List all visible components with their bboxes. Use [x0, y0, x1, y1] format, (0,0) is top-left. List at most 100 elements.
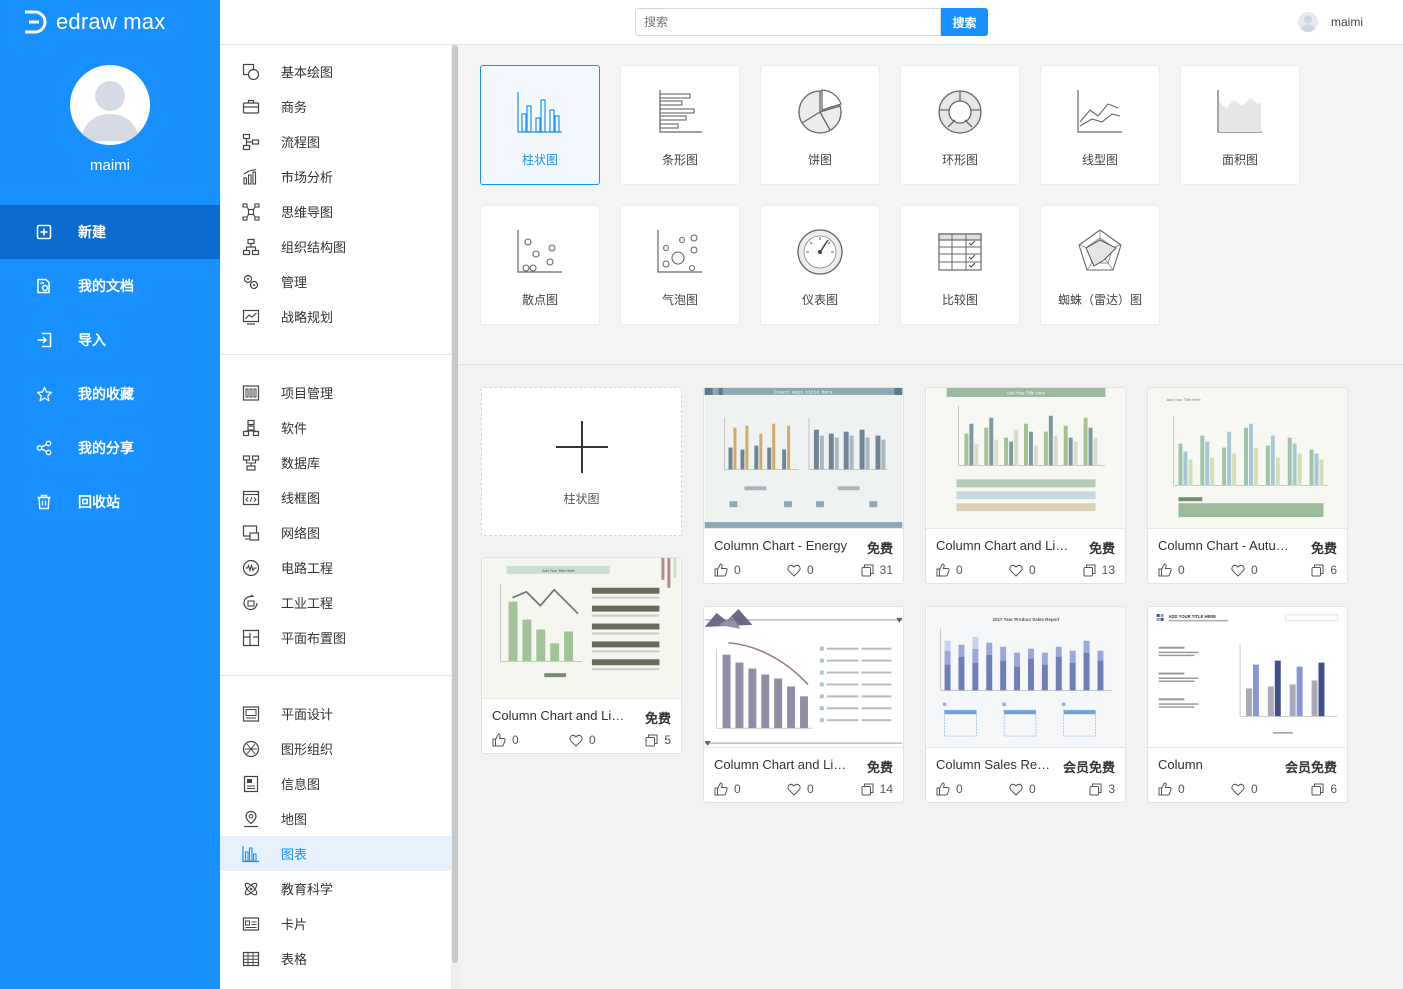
category-cards[interactable]: 卡片	[220, 906, 451, 941]
like-count[interactable]: 0	[1158, 563, 1185, 577]
nav-my-shares[interactable]: 我的分享	[0, 421, 220, 475]
nav-trash[interactable]: 回收站	[0, 475, 220, 529]
chart-type-bubble[interactable]: 气泡图	[620, 205, 740, 325]
thumbnail-title: Add Your Title Here	[1007, 390, 1046, 395]
template-card[interactable]: ADD YOUR TITLE HERE Column 会员免费 0 0 6	[1147, 606, 1348, 803]
template-title: Column Sales Report	[936, 757, 1056, 772]
copy-count[interactable]: 31	[861, 563, 893, 577]
like-count[interactable]: 0	[714, 563, 741, 577]
template-card[interactable]: Column Chart and List... 免费 0 0 14	[703, 606, 904, 803]
category-graphic-design[interactable]: 平面设计	[220, 696, 451, 731]
nav-import[interactable]: 导入	[0, 313, 220, 367]
copy-count[interactable]: 13	[1083, 563, 1115, 577]
nav-new[interactable]: 新建	[0, 205, 220, 259]
like-count[interactable]: 0	[1158, 782, 1185, 796]
category-scrollbar[interactable]	[451, 45, 459, 989]
category-network[interactable]: 网络图	[220, 515, 451, 550]
like-count[interactable]: 0	[936, 782, 963, 796]
circuit-wave-icon	[241, 558, 261, 578]
favorite-count[interactable]: 0	[1009, 782, 1036, 796]
chart-type-label: 仪表图	[801, 293, 838, 307]
favorite-count[interactable]: 0	[1231, 782, 1258, 796]
chart-type-gauge[interactable]: 仪表图	[760, 205, 880, 325]
nav-my-documents[interactable]: 我的文档	[0, 259, 220, 313]
category-market-analysis[interactable]: 市场分析	[220, 159, 451, 194]
chart-type-area[interactable]: 面积图	[1180, 65, 1300, 185]
favorite-count[interactable]: 0	[569, 733, 596, 747]
category-business[interactable]: 商务	[220, 89, 451, 124]
scrollbar-thumb[interactable]	[452, 45, 458, 963]
category-wireframe[interactable]: 线框图	[220, 480, 451, 515]
new-card-label: 柱状图	[563, 492, 600, 506]
category-project-management[interactable]: 项目管理	[220, 375, 451, 410]
template-stats: 0 0 6	[1158, 563, 1337, 579]
category-industrial[interactable]: 工业工程	[220, 585, 451, 620]
favorite-count[interactable]: 0	[1009, 563, 1036, 577]
nav-favorites[interactable]: 我的收藏	[0, 367, 220, 421]
nav-label: 导入	[78, 332, 106, 348]
chart-type-radar[interactable]: 蜘蛛（雷达）图	[1040, 205, 1160, 325]
thumbs-up-icon	[714, 563, 728, 577]
favorite-count[interactable]: 0	[787, 782, 814, 796]
category-mind-map[interactable]: 思维导图	[220, 194, 451, 229]
category-label: 流程图	[281, 135, 321, 150]
category-flowchart[interactable]: 流程图	[220, 124, 451, 159]
thumbnail-title: Add Your Title Here	[1167, 397, 1202, 402]
chart-type-column[interactable]: 柱状图	[480, 65, 600, 185]
copy-count[interactable]: 3	[1089, 782, 1115, 796]
like-count[interactable]: 0	[936, 563, 963, 577]
copy-count[interactable]: 6	[1311, 782, 1337, 796]
share-icon	[35, 439, 53, 457]
column-chart-icon	[517, 92, 562, 133]
copy-count[interactable]: 14	[861, 782, 893, 796]
price-badge: 免费	[1310, 541, 1337, 556]
category-education[interactable]: 教育科学	[220, 871, 451, 906]
avatar[interactable]	[70, 65, 150, 145]
user-avatar-small-icon	[1298, 12, 1318, 32]
radar-chart-icon	[1078, 229, 1122, 271]
category-circuit[interactable]: 电路工程	[220, 550, 451, 585]
new-blank-chart-card[interactable]: 柱状图	[481, 387, 682, 536]
user-menu[interactable]: maimi	[1298, 12, 1363, 32]
category-basic-drawing[interactable]: 基本绘图	[220, 54, 451, 89]
network-icon	[241, 523, 261, 543]
like-count[interactable]: 0	[492, 733, 519, 747]
template-stats: 0 0 5	[492, 733, 671, 749]
graphic-organizer-icon	[241, 739, 261, 759]
thumbs-up-icon	[1158, 563, 1172, 577]
thumbs-up-icon	[492, 733, 506, 747]
template-card[interactable]: 2017 Year Product Sales Report Column Sa…	[925, 606, 1126, 803]
chart-type-line[interactable]: 线型图	[1040, 65, 1160, 185]
app-logo[interactable]: edraw max	[22, 9, 165, 35]
like-count[interactable]: 0	[714, 782, 741, 796]
template-card[interactable]: Add Your Title Here Column Chart and Lis…	[481, 557, 682, 754]
template-stats: 0 0 6	[1158, 782, 1337, 798]
copy-icon	[645, 734, 658, 746]
category-org-chart[interactable]: 组织结构图	[220, 229, 451, 264]
search-input[interactable]	[635, 8, 941, 36]
category-map[interactable]: 地图	[220, 801, 451, 836]
chart-type-comparison[interactable]: 比较图	[900, 205, 1020, 325]
chart-type-pie[interactable]: 饼图	[760, 65, 880, 185]
category-infographic[interactable]: 信息图	[220, 766, 451, 801]
copy-count[interactable]: 6	[1311, 563, 1337, 577]
category-database[interactable]: 数据库	[220, 445, 451, 480]
chart-type-bar[interactable]: 条形图	[620, 65, 740, 185]
template-card[interactable]: Add Your Title Here Column Chart - Autum…	[1147, 387, 1348, 584]
template-card[interactable]: Add Your Title Here Column Chart and Lis…	[925, 387, 1126, 584]
search-button[interactable]: 搜索	[941, 8, 988, 36]
category-floor-plan[interactable]: 平面布置图	[220, 620, 451, 655]
favorite-count[interactable]: 0	[787, 563, 814, 577]
plus-icon	[555, 421, 608, 473]
template-card[interactable]: Insert main title here Column Chart - En…	[703, 387, 904, 584]
category-table[interactable]: 表格	[220, 941, 451, 976]
category-management[interactable]: 管理	[220, 264, 451, 299]
category-charts[interactable]: 图表	[220, 836, 451, 871]
category-strategy[interactable]: 战略规划	[220, 299, 451, 334]
favorite-count[interactable]: 0	[1231, 563, 1258, 577]
chart-type-donut[interactable]: 环形图	[900, 65, 1020, 185]
copy-count[interactable]: 5	[645, 733, 671, 747]
category-software[interactable]: 软件	[220, 410, 451, 445]
chart-type-scatter[interactable]: 散点图	[480, 205, 600, 325]
category-graphic-organizer[interactable]: 图形组织	[220, 731, 451, 766]
